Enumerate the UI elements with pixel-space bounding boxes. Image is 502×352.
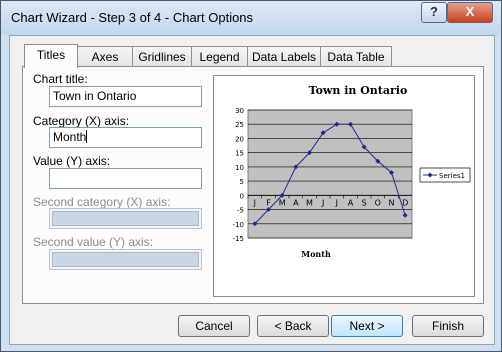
close-button[interactable]: X [447, 2, 493, 23]
chart-title-label: Chart title: [33, 72, 88, 86]
y-tick-label: 20 [235, 135, 244, 143]
cancel-button[interactable]: Cancel [178, 315, 250, 337]
y-tick-label: 15 [235, 150, 244, 158]
x-tick-label: A [293, 198, 299, 207]
chart-preview-svg: Town in Ontario-15-10-5051015202530J F M A M… [233, 84, 471, 259]
chart-preview: Town in Ontario -15 -10 -5 0 5 10 15 20 25 30 J F M A M… [213, 75, 475, 297]
second-value-y-axis-input [49, 249, 202, 270]
title-bar[interactable]: Chart Wizard - Step 3 of 4 - Chart Optio… [1, 1, 501, 35]
legend-label: Series1 [439, 172, 465, 180]
y-tick-label: 25 [235, 121, 244, 129]
next-button[interactable]: Next > [331, 315, 403, 337]
back-button[interactable]: < Back [257, 315, 329, 337]
x-tick-label: J [253, 198, 256, 207]
category-x-axis-input[interactable]: Month [49, 127, 202, 148]
x-tick-label: D [402, 198, 408, 207]
second-value-y-axis-label: Second value (Y) axis: [33, 235, 154, 249]
x-tick-label: N [389, 198, 395, 207]
y-tick-label: 10 [235, 164, 244, 172]
plot-area [247, 109, 413, 239]
tab-axes[interactable]: Axes [77, 46, 133, 67]
x-tick-label: M [306, 198, 313, 207]
tab-data-table[interactable]: Data Table [320, 46, 392, 67]
y-tick-label: -10 [233, 221, 244, 229]
chart-wizard-dialog: Chart Wizard - Step 3 of 4 - Chart Optio… [0, 0, 502, 352]
finish-button[interactable]: Finish [412, 315, 484, 337]
second-category-x-axis-input [49, 208, 202, 229]
x-tick-label: O [375, 198, 381, 207]
chart-title: Town in Ontario [309, 84, 408, 97]
x-tick-label: J [335, 198, 338, 207]
value-y-axis-input[interactable] [49, 168, 202, 189]
chart-title-value: Town in Ontario [53, 89, 137, 103]
category-x-axis-label: Category (X) axis: [33, 114, 130, 128]
x-tick-label: M [279, 198, 286, 207]
y-tick-label: -15 [233, 235, 244, 243]
chart-title-input[interactable]: Town in Ontario [49, 86, 202, 107]
second-category-x-axis-label: Second category (X) axis: [33, 195, 171, 209]
titles-tab-panel: Chart title: Town in Ontario Category (X… [22, 66, 484, 304]
x-tick-label: A [348, 198, 354, 207]
y-tick-label: -5 [237, 207, 244, 215]
tab-data-labels[interactable]: Data Labels [247, 46, 321, 67]
window-title: Chart Wizard - Step 3 of 4 - Chart Optio… [11, 10, 254, 25]
help-button[interactable]: ? [421, 2, 447, 23]
x-tick-label: F [266, 198, 271, 207]
category-x-axis-value: Month [53, 130, 87, 144]
tab-titles[interactable]: Titles [24, 44, 78, 68]
tab-legend[interactable]: Legend [191, 46, 248, 67]
y-tick-label: 30 [235, 107, 244, 115]
x-tick-label: S [362, 198, 367, 207]
x-axis-title: Month [301, 249, 331, 259]
value-y-axis-label: Value (Y) axis: [33, 154, 111, 168]
y-tick-label: 5 [240, 178, 244, 186]
text-caret [86, 130, 88, 143]
x-tick-label: J [321, 198, 324, 207]
dialog-body: Titles Axes Gridlines Legend Data Labels… [9, 35, 495, 345]
y-tick-label: 0 [240, 192, 244, 200]
tab-gridlines[interactable]: Gridlines [132, 46, 192, 67]
